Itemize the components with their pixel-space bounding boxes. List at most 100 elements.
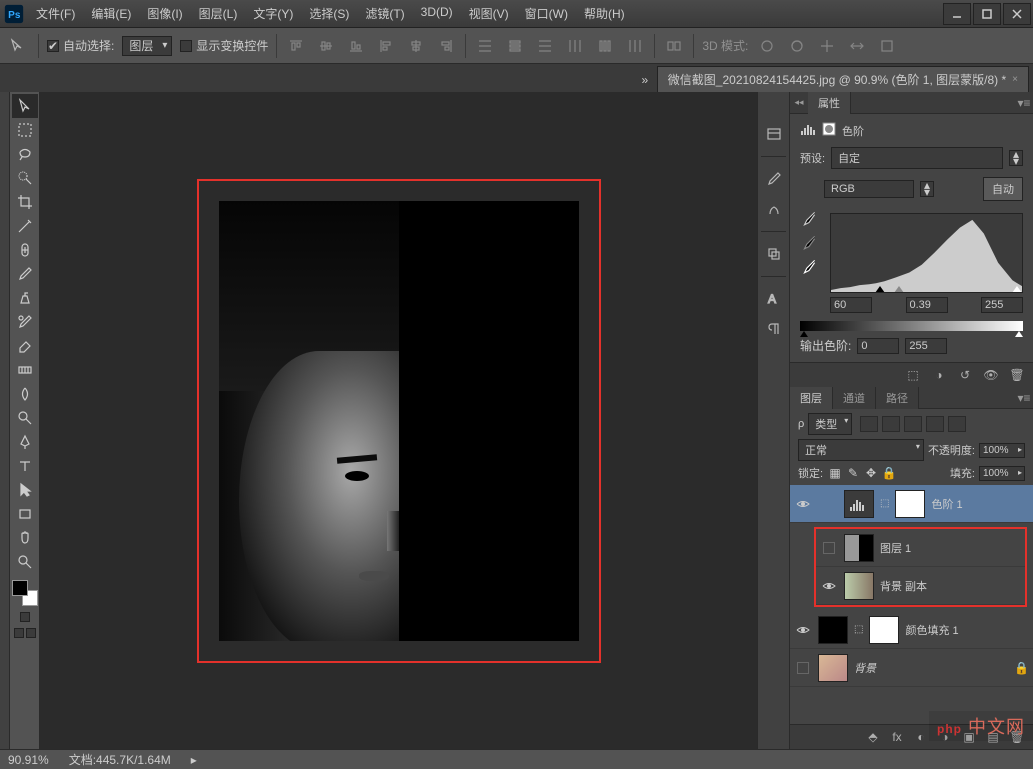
properties-tab[interactable]: 属性 bbox=[808, 92, 851, 114]
output-white-slider[interactable] bbox=[1015, 331, 1023, 337]
filter-pixel-icon[interactable] bbox=[860, 416, 878, 432]
show-transform-checkbox[interactable] bbox=[180, 40, 192, 52]
gradient-tool[interactable] bbox=[12, 358, 38, 382]
hand-tool[interactable] bbox=[12, 526, 38, 550]
3d-scale-icon[interactable] bbox=[876, 35, 898, 57]
mid-slider[interactable] bbox=[894, 286, 904, 293]
history-panel-icon[interactable] bbox=[762, 122, 786, 146]
layer-name[interactable]: 背景 副本 bbox=[880, 578, 927, 594]
layer-filter-dropdown[interactable]: 类型 bbox=[808, 413, 852, 435]
layer-row[interactable]: 背景 🔒 bbox=[790, 649, 1033, 687]
visibility-toggle[interactable] bbox=[794, 495, 812, 513]
menu-filter[interactable]: 滤镜(T) bbox=[357, 1, 412, 26]
visibility-toggle[interactable] bbox=[794, 621, 812, 639]
preset-dropdown[interactable]: 自定 bbox=[831, 147, 1003, 169]
white-slider[interactable] bbox=[1012, 286, 1022, 293]
window-minimize-button[interactable] bbox=[943, 3, 971, 25]
layer-style-icon[interactable]: fx bbox=[889, 729, 905, 745]
filter-adjustment-icon[interactable] bbox=[882, 416, 900, 432]
input-mid-level[interactable] bbox=[906, 297, 948, 313]
blend-mode-dropdown[interactable]: 正常 bbox=[798, 439, 924, 461]
brush-presets-icon[interactable] bbox=[762, 197, 786, 221]
panel-collapse-icon[interactable]: ◂◂ bbox=[790, 97, 808, 108]
history-brush-tool[interactable] bbox=[12, 310, 38, 334]
auto-levels-button[interactable]: 自动 bbox=[983, 177, 1023, 201]
zoom-tool[interactable] bbox=[12, 550, 38, 574]
gray-point-eyedropper-icon[interactable] bbox=[800, 233, 818, 251]
clone-stamp-tool[interactable] bbox=[12, 286, 38, 310]
align-top-icon[interactable] bbox=[285, 35, 307, 57]
input-white-level[interactable] bbox=[981, 297, 1023, 313]
clip-to-layer-icon[interactable]: ⬚ bbox=[905, 367, 921, 383]
visibility-toggle[interactable] bbox=[794, 659, 812, 677]
distribute-right-icon[interactable] bbox=[624, 35, 646, 57]
lasso-tool[interactable] bbox=[12, 142, 38, 166]
move-tool[interactable] bbox=[12, 94, 38, 118]
eyedropper-tool[interactable] bbox=[12, 214, 38, 238]
filter-smart-icon[interactable] bbox=[948, 416, 966, 432]
reset-icon[interactable]: ↺ bbox=[957, 367, 973, 383]
auto-select-target-dropdown[interactable]: 图层 bbox=[122, 36, 172, 56]
add-mask-icon[interactable]: ◐ bbox=[913, 729, 929, 745]
menu-type[interactable]: 文字(Y) bbox=[245, 1, 301, 26]
fill-thumbnail[interactable] bbox=[818, 616, 848, 644]
link-layers-icon[interactable]: ⬘ bbox=[865, 729, 881, 745]
blur-tool[interactable] bbox=[12, 382, 38, 406]
clone-source-icon[interactable] bbox=[762, 242, 786, 266]
preset-stepper[interactable]: ▴▾ bbox=[1009, 150, 1023, 166]
align-left-icon[interactable] bbox=[375, 35, 397, 57]
auto-select-option[interactable]: ✔ 自动选择: bbox=[47, 37, 114, 54]
layer-thumbnail[interactable] bbox=[844, 572, 874, 600]
layer-row[interactable]: ⬚ 色阶 1 bbox=[790, 485, 1033, 523]
3d-slide-icon[interactable] bbox=[846, 35, 868, 57]
distribute-left-icon[interactable] bbox=[564, 35, 586, 57]
mask-icon[interactable] bbox=[822, 122, 836, 139]
toggle-visibility-icon[interactable]: 👁 bbox=[983, 367, 999, 383]
filter-shape-icon[interactable] bbox=[926, 416, 944, 432]
align-vcenter-icon[interactable] bbox=[315, 35, 337, 57]
3d-orbit-icon[interactable] bbox=[756, 35, 778, 57]
distribute-bottom-icon[interactable] bbox=[534, 35, 556, 57]
output-white-level[interactable] bbox=[905, 338, 947, 354]
delete-adjustment-icon[interactable]: 🗑 bbox=[1009, 367, 1025, 383]
layer-thumbnail[interactable] bbox=[844, 534, 874, 562]
screen-mode-toggle[interactable] bbox=[14, 628, 36, 638]
quick-select-tool[interactable] bbox=[12, 166, 38, 190]
lock-pixels-icon[interactable]: ✎ bbox=[845, 466, 861, 480]
input-black-level[interactable] bbox=[830, 297, 872, 313]
canvas[interactable] bbox=[40, 92, 757, 749]
pen-tool[interactable] bbox=[12, 430, 38, 454]
menu-edit[interactable]: 编辑(E) bbox=[83, 1, 139, 26]
link-icon[interactable]: ⬚ bbox=[880, 498, 889, 509]
move-tool-icon[interactable] bbox=[6, 34, 30, 58]
menu-window[interactable]: 窗口(W) bbox=[517, 1, 576, 26]
white-point-eyedropper-icon[interactable] bbox=[800, 257, 818, 275]
channels-tab[interactable]: 通道 bbox=[833, 387, 876, 409]
distribute-top-icon[interactable] bbox=[474, 35, 496, 57]
layer-name[interactable]: 颜色填充 1 bbox=[905, 622, 958, 638]
3d-pan-icon[interactable] bbox=[816, 35, 838, 57]
visibility-toggle[interactable] bbox=[820, 577, 838, 595]
auto-align-icon[interactable] bbox=[663, 35, 685, 57]
auto-select-checkbox[interactable]: ✔ bbox=[47, 40, 59, 52]
layer-name[interactable]: 色阶 1 bbox=[931, 496, 962, 512]
layers-tab[interactable]: 图层 bbox=[790, 387, 833, 409]
fill-input[interactable]: 100% bbox=[979, 466, 1025, 481]
path-select-tool[interactable] bbox=[12, 478, 38, 502]
color-swatches[interactable] bbox=[12, 580, 38, 606]
healing-brush-tool[interactable] bbox=[12, 238, 38, 262]
type-tool[interactable] bbox=[12, 454, 38, 478]
view-previous-icon[interactable]: ◑ bbox=[931, 367, 947, 383]
panel-menu-icon[interactable]: ▾≡ bbox=[1015, 96, 1033, 110]
channel-dropdown[interactable]: RGB bbox=[824, 180, 914, 198]
character-panel-icon[interactable]: A bbox=[762, 287, 786, 311]
rectangle-tool[interactable] bbox=[12, 502, 38, 526]
marquee-tool[interactable] bbox=[12, 118, 38, 142]
close-tab-icon[interactable]: × bbox=[1012, 74, 1018, 85]
align-right-icon[interactable] bbox=[435, 35, 457, 57]
mask-thumbnail[interactable] bbox=[895, 490, 925, 518]
layer-name[interactable]: 背景 bbox=[854, 660, 876, 676]
lock-transparent-icon[interactable]: ▦ bbox=[827, 466, 843, 480]
align-hcenter-icon[interactable] bbox=[405, 35, 427, 57]
align-bottom-icon[interactable] bbox=[345, 35, 367, 57]
